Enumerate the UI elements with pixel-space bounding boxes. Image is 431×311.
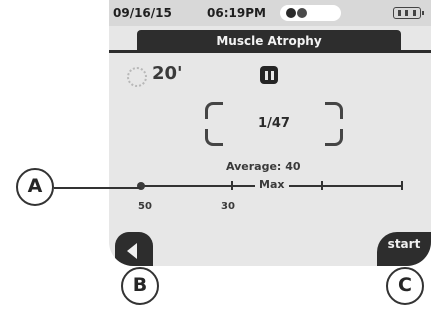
title-divider [109, 50, 431, 53]
scale-tick [231, 181, 233, 190]
scale-value-mid: 30 [221, 201, 235, 212]
scale-value-left: 50 [138, 201, 152, 212]
scale-tick [321, 181, 323, 190]
count-display: 1/47 [205, 102, 343, 146]
scale-line [141, 185, 255, 187]
average-label: Average: [226, 160, 282, 173]
device-screen: 09/16/15 06:19PM Muscle Atrophy 20' 1/47… [109, 0, 431, 266]
callout-a: A [16, 168, 54, 206]
status-time: 06:19PM [207, 6, 266, 20]
scale-tick [401, 181, 403, 190]
average-row: Average: 40 [226, 160, 301, 173]
scale-line [289, 185, 403, 187]
callout-a-line [54, 187, 141, 189]
back-arrow-icon [127, 243, 137, 259]
pause-icon [264, 70, 268, 80]
status-dot-icon [297, 8, 307, 18]
scale-marker-icon[interactable] [137, 182, 145, 190]
battery-icon [393, 7, 424, 19]
status-dot-icon [286, 8, 296, 18]
max-label: Max [259, 178, 285, 191]
program-title: Muscle Atrophy [137, 30, 401, 52]
status-bar: 09/16/15 06:19PM [109, 0, 431, 26]
status-date: 09/16/15 [113, 6, 172, 20]
average-value: 40 [285, 160, 301, 173]
pause-button[interactable] [260, 66, 278, 84]
back-button[interactable] [115, 232, 153, 266]
pause-icon [270, 70, 274, 80]
start-button[interactable]: start [377, 232, 431, 266]
timer-icon [127, 67, 147, 87]
count-value: 1/47 [258, 116, 290, 131]
callout-c: C [386, 267, 424, 305]
timer-value: 20' [152, 63, 183, 84]
callout-b: B [121, 267, 159, 305]
